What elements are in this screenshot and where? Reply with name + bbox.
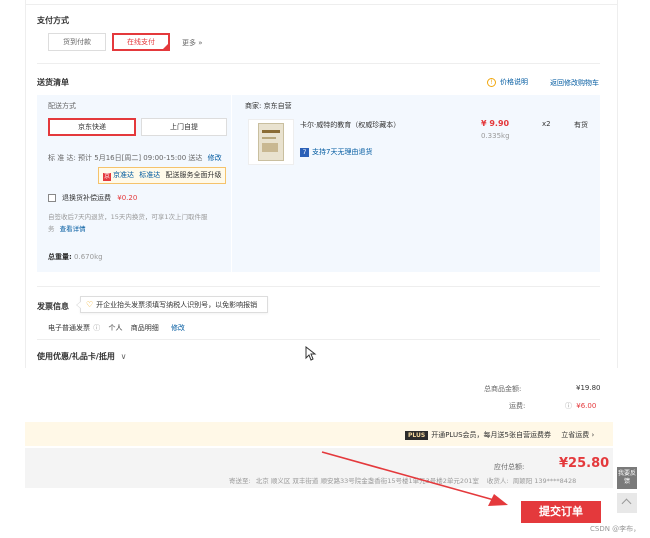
book-cover-icon [258, 123, 284, 161]
goods-total: ¥19.80 [576, 384, 601, 392]
merchant-label: 商家: 京东自营 [245, 102, 292, 110]
total-weight: 总重量: 0.670kg [48, 253, 103, 261]
insurance-label: 退换货补偿运费 ¥0.20 [62, 194, 138, 202]
delivery-address: 寄送至: 北京 顺义区 双丰街道 顺安路33号院金盏香街15号楼1单元3号楼2单… [229, 477, 577, 485]
mouse-cursor-icon [305, 346, 317, 361]
insurance-checkbox[interactable] [48, 194, 56, 202]
price-info-link[interactable]: ! 价格说明 [487, 77, 528, 87]
product-weight: 0.335kg [481, 132, 510, 140]
invoice-info-icon[interactable]: ⓘ [93, 324, 100, 332]
plus-save-link[interactable]: 立省运费 › [561, 431, 594, 439]
back-to-cart-link[interactable]: 返回修改购物车 [550, 78, 599, 88]
shipping-fee: ⓘ ¥6.00 [565, 402, 597, 410]
product-name[interactable]: 卡尔·威特的教育（权威珍藏本） [300, 120, 400, 130]
payment-divider [37, 63, 600, 64]
delivery-upgrade-banner[interactable]: 京京准达 标准达 配送服务全面升级 [98, 167, 226, 184]
more-payments-link[interactable]: 更多 » [182, 38, 203, 48]
plus-promo: PLUS 开通PLUS会员，每月送5张自营运费券 立省运费 › [405, 430, 594, 440]
shipping-divider [37, 286, 600, 287]
info-icon: ! [487, 78, 496, 87]
seven-day-return-icon: 7 [300, 148, 309, 157]
book-subtitle-stripe [262, 137, 276, 139]
self-pickup-button[interactable]: 上门自提 [141, 118, 227, 136]
online-pay-label: 在线支付 [127, 38, 155, 46]
jd-logo-icon: 京 [103, 173, 111, 181]
shipping-fee-label: 运费: [509, 402, 526, 410]
standard-delivery-text: 标 准 达: 预计 5月16日[周二] 09:00-15:00 送达 修改 [48, 154, 222, 162]
view-details-link[interactable]: 查看详情 [60, 225, 86, 233]
book-title-stripe [262, 130, 280, 133]
chevron-down-icon: ∨ [120, 352, 127, 361]
invoice-divider [37, 339, 600, 340]
modify-invoice-link[interactable]: 修改 [171, 324, 185, 332]
payment-title: 支付方式 [37, 16, 69, 25]
modify-delivery-link[interactable]: 修改 [208, 154, 222, 162]
coupons-toggle[interactable]: 使用优惠/礼品卡/抵用 ∨ [37, 351, 127, 362]
feedback-button[interactable]: 我要反馈 [617, 467, 637, 489]
invoice-title: 发票信息 [37, 302, 69, 311]
product-price: ¥ 9.90 [481, 119, 510, 128]
insurance-desc-2: 务 查看详情 [48, 225, 86, 233]
watermark: CSDN @李布， [590, 525, 641, 533]
book-art-block [262, 143, 278, 152]
selected-corner-icon [162, 43, 169, 50]
plus-badge: PLUS [405, 431, 429, 440]
online-pay-button[interactable]: 在线支付 [112, 33, 170, 51]
insurance-price: ¥0.20 [117, 194, 138, 202]
shipping-info-icon[interactable]: ⓘ [565, 402, 572, 410]
invoice-tip: ♡ 开企业抬头发票须填写纳税人识别号，以免影响报销 [76, 296, 268, 313]
cod-button[interactable]: 货到付款 [48, 33, 106, 51]
delivery-method-label: 配送方式 [48, 102, 76, 110]
goods-total-label: 总商品金额: [484, 385, 522, 393]
insurance-desc: 自签收后7天内退货，15天内换货，可享1次上门取件服 [48, 213, 208, 221]
payable-label: 应付总额: [494, 463, 525, 471]
return-policy: 7 支持7天无理由退货 [300, 147, 372, 157]
product-stock: 有货 [574, 121, 588, 129]
invoice-details: 电子普通发票 ⓘ 个人 商品明细 修改 [48, 324, 185, 332]
shipping-list-title: 送货清单 [37, 78, 69, 87]
product-qty: x2 [542, 120, 551, 128]
jd-express-button[interactable]: 京东快递 [48, 118, 136, 136]
submit-order-button[interactable]: 提交订单 [521, 501, 601, 523]
back-to-top-button[interactable] [617, 493, 637, 513]
payable-amount: ¥25.80 [559, 456, 610, 471]
lightbulb-icon: ♡ [86, 300, 94, 309]
